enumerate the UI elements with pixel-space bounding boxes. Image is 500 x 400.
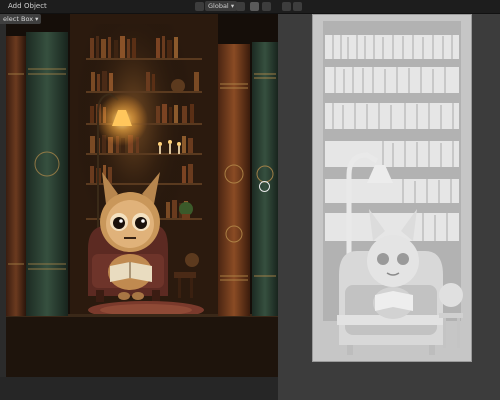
menu-add[interactable]: Add (8, 1, 22, 12)
pivot-point-icon[interactable] (236, 2, 245, 11)
rendered-bookcase-image (6, 14, 278, 377)
render-image-viewport[interactable] (6, 14, 278, 377)
proportional-editing-icon[interactable] (282, 2, 291, 11)
viewport-header: Add Object Global ▾ (0, 0, 500, 14)
viewport-bottom-strip (0, 377, 278, 400)
relief-depth-image (312, 14, 472, 362)
snap-options-icon[interactable] (262, 2, 271, 11)
relief-bookcase-image (313, 15, 471, 361)
menu-object[interactable]: Object (24, 1, 47, 12)
active-tool-text: elect Box (3, 15, 34, 23)
orientation-icon (195, 2, 204, 11)
falloff-icon[interactable] (293, 2, 302, 11)
snap-icon[interactable] (250, 2, 259, 11)
active-tool-label[interactable]: elect Box ▾ (0, 14, 42, 24)
transform-orientation-dropdown[interactable]: Global ▾ (205, 1, 238, 11)
3d-cursor-icon[interactable] (259, 181, 270, 192)
transform-orientation-label: Global (208, 2, 229, 10)
